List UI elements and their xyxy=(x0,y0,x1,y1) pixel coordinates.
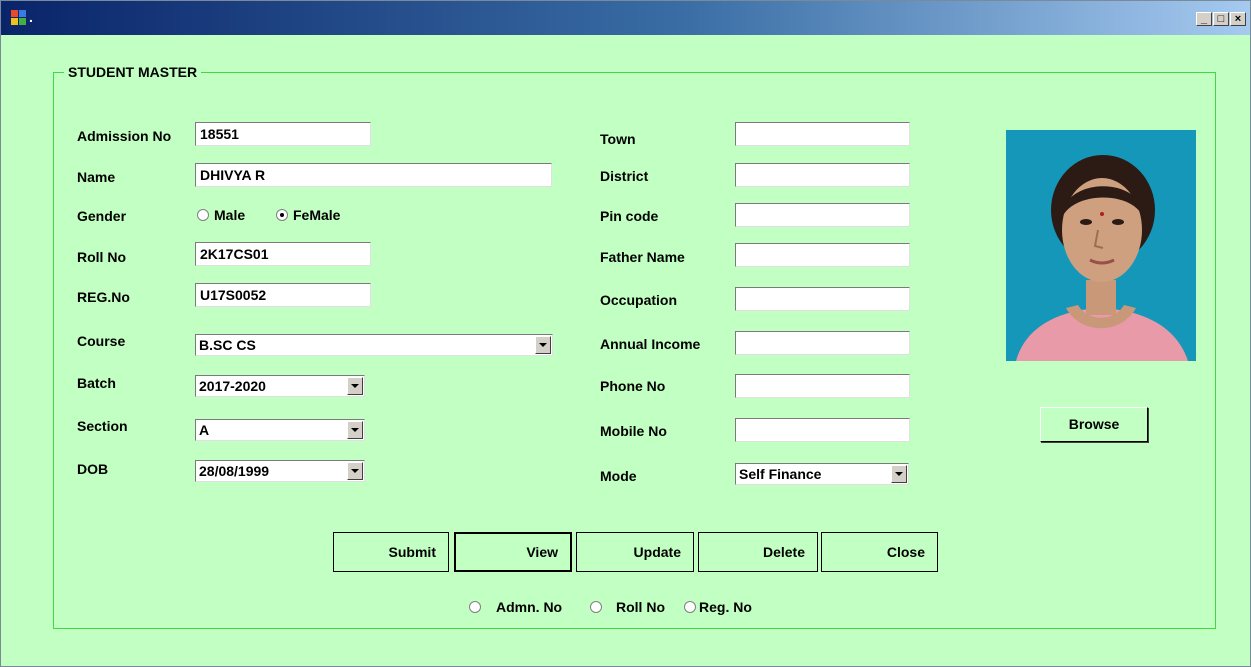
gender-male-radio[interactable] xyxy=(197,209,209,221)
dob-dropdown-icon[interactable] xyxy=(347,462,363,480)
occupation-label: Occupation xyxy=(600,292,678,308)
section-label: Section xyxy=(77,418,128,434)
gender-male-label[interactable]: Male xyxy=(214,207,245,223)
window-title: . xyxy=(29,9,33,25)
close-button[interactable]: Close xyxy=(821,532,938,572)
town-label: Town xyxy=(600,131,636,147)
student-master-window: . _ □ × STUDENT MASTER Admission No 1855… xyxy=(0,0,1251,667)
section-dropdown-icon[interactable] xyxy=(347,421,363,439)
dob-picker[interactable]: 28/08/1999 xyxy=(195,460,365,482)
reg-no-input[interactable]: U17S0052 xyxy=(195,283,371,307)
gender-female-radio[interactable] xyxy=(276,209,288,221)
gender-female-label[interactable]: FeMale xyxy=(293,207,340,223)
batch-dropdown-icon[interactable] xyxy=(347,377,363,395)
dob-value: 28/08/1999 xyxy=(199,463,270,479)
district-input[interactable] xyxy=(735,163,910,187)
batch-label: Batch xyxy=(77,375,116,391)
annual-income-label: Annual Income xyxy=(600,336,701,352)
search-admn-no-label[interactable]: Admn. No xyxy=(496,599,562,615)
course-dropdown-icon[interactable] xyxy=(535,336,551,354)
reg-no-label: REG.No xyxy=(77,289,130,305)
search-admn-no-radio[interactable] xyxy=(469,601,481,613)
student-photo-image xyxy=(1006,130,1196,361)
course-label: Course xyxy=(77,333,126,349)
close-window-button[interactable]: × xyxy=(1230,12,1246,26)
app-icon[interactable] xyxy=(11,10,27,26)
student-photo xyxy=(1006,130,1196,361)
town-input[interactable] xyxy=(735,122,910,146)
mode-select[interactable]: Self Finance xyxy=(735,463,909,485)
view-button[interactable]: View xyxy=(454,532,572,572)
title-bar: . _ □ × xyxy=(1,1,1250,35)
update-button[interactable]: Update xyxy=(576,532,694,572)
phone-no-input[interactable] xyxy=(735,374,910,398)
submit-button[interactable]: Submit xyxy=(333,532,449,572)
section-select[interactable]: A xyxy=(195,419,365,441)
batch-value: 2017-2020 xyxy=(199,378,266,394)
mode-dropdown-icon[interactable] xyxy=(891,465,907,483)
pin-code-input[interactable] xyxy=(735,203,910,227)
search-reg-no-label[interactable]: Reg. No xyxy=(699,599,752,615)
section-value: A xyxy=(199,422,210,438)
mobile-no-label: Mobile No xyxy=(600,423,667,439)
roll-no-label: Roll No xyxy=(77,249,126,265)
district-label: District xyxy=(600,168,649,184)
mode-label: Mode xyxy=(600,468,637,484)
maximize-button[interactable]: □ xyxy=(1213,12,1229,26)
admission-no-label: Admission No xyxy=(77,128,172,144)
mode-value: Self Finance xyxy=(739,466,822,482)
admission-no-input[interactable]: 18551 xyxy=(195,122,371,146)
occupation-input[interactable] xyxy=(735,287,910,311)
batch-select[interactable]: 2017-2020 xyxy=(195,375,365,397)
phone-no-label: Phone No xyxy=(600,378,666,394)
name-label: Name xyxy=(77,169,116,185)
mobile-no-input[interactable] xyxy=(735,418,910,442)
roll-no-input[interactable]: 2K17CS01 xyxy=(195,242,371,266)
group-title: STUDENT MASTER xyxy=(68,64,198,80)
pin-code-label: Pin code xyxy=(600,208,659,224)
annual-income-input[interactable] xyxy=(735,331,910,355)
father-name-input[interactable] xyxy=(735,243,910,267)
father-name-label: Father Name xyxy=(600,249,685,265)
browse-button[interactable]: Browse xyxy=(1040,407,1148,442)
search-roll-no-radio[interactable] xyxy=(590,601,602,613)
name-input[interactable]: DHIVYA R xyxy=(195,163,552,187)
gender-label: Gender xyxy=(77,208,127,224)
course-select[interactable]: B.SC CS xyxy=(195,334,553,356)
minimize-button[interactable]: _ xyxy=(1196,12,1212,26)
course-value: B.SC CS xyxy=(199,337,256,353)
search-reg-no-radio[interactable] xyxy=(684,601,696,613)
search-roll-no-label[interactable]: Roll No xyxy=(616,599,665,615)
dob-label: DOB xyxy=(77,461,109,477)
delete-button[interactable]: Delete xyxy=(698,532,818,572)
